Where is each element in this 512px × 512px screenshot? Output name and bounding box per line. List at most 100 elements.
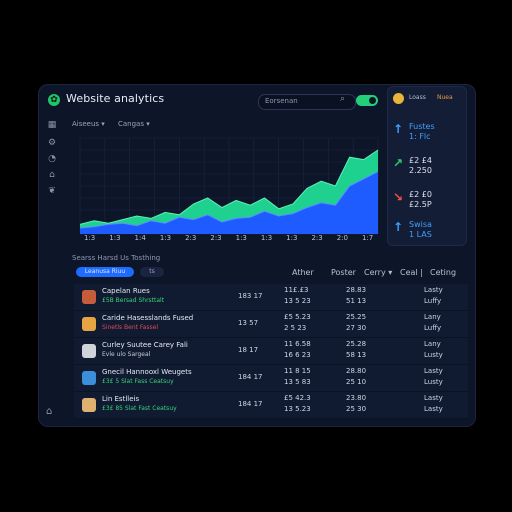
row-title: Gnecil Hannooxl Weugets: [102, 368, 192, 376]
stat-sub: 1 LAS: [409, 230, 432, 239]
stat-value: Swisa: [409, 220, 432, 229]
row-subtitle: £3£ 5 Slat Fass Ceatsuy: [102, 378, 174, 385]
x-tick-label: 2:3: [311, 234, 323, 242]
analytics-window: ✿ Website analytics Eorsenan ⌕ ▦ ⚙ ◔ ⌂ ❦…: [38, 84, 476, 427]
row-cell: 13 5.23: [284, 405, 311, 413]
row-cell: 51 13: [346, 297, 367, 305]
stat-item[interactable]: ↑ Swisa 1 LAS: [393, 220, 463, 250]
stat-sub: 1: Flc: [409, 132, 431, 141]
home-icon[interactable]: ⌂: [46, 406, 52, 417]
row-cell: Lusty: [424, 378, 443, 386]
row-title: Caride Hasesslands Fused: [102, 314, 194, 322]
data-table: Capelan Rues £5B Bersad Shrsttalt 183 17…: [74, 284, 468, 424]
gear-icon[interactable]: ⚙: [47, 138, 57, 148]
table-row[interactable]: Caride Hasesslands Fused Sinetls Bent Fa…: [74, 311, 468, 338]
x-tick-label: 1:3: [159, 234, 172, 242]
row-cell: 23.80: [346, 394, 367, 402]
arrow-up-icon: ↑: [393, 122, 404, 136]
row-cell: 11£.£3: [284, 286, 309, 294]
row-cell: Lasty: [424, 394, 443, 402]
stat-item[interactable]: ↑ Fustes 1: Flc: [393, 122, 463, 152]
stats-header-left: Loass: [409, 94, 426, 101]
leaf-icon: ✿: [48, 94, 60, 106]
x-tick-label: 1:3: [286, 234, 298, 242]
trend-up-icon: ↗: [393, 156, 404, 170]
table-row[interactable]: Capelan Rues £5B Bersad Shrsttalt 183 17…: [74, 284, 468, 311]
stat-value: £2 £4: [409, 156, 432, 165]
theme-toggle[interactable]: [356, 95, 378, 106]
row-cell: Lasty: [424, 286, 443, 294]
row-cell: 58 13: [346, 351, 367, 359]
row-cell: 25.28: [346, 340, 367, 348]
row-subtitle: £3£ 85 Slat Fast Ceatsuy: [102, 405, 177, 412]
row-title: Curley Suutee Carey Fali: [102, 341, 188, 349]
sidebar: ▦ ⚙ ◔ ⌂ ❦: [38, 118, 64, 427]
arrow-up-icon: ↑: [393, 220, 404, 234]
x-tick-label: 1:3: [109, 234, 121, 242]
column-header[interactable]: Cerry ▾: [364, 268, 392, 277]
column-header[interactable]: Ceting: [430, 268, 456, 277]
x-tick-label: 1:3: [260, 234, 273, 242]
x-tick-label: 1:3: [84, 234, 96, 242]
row-cell: £5 42.3: [284, 394, 311, 402]
tag-icon[interactable]: ⌂: [47, 170, 57, 180]
row-cell: 13 5 23: [284, 297, 311, 305]
avatar[interactable]: [393, 93, 404, 104]
stat-item[interactable]: ↗ £2 £4 2.250: [393, 156, 463, 186]
filter-dropdown-2[interactable]: Cangas ▾: [118, 120, 150, 128]
row-cell: Lasty: [424, 405, 443, 413]
x-tick-label: 1:3: [235, 234, 247, 242]
row-cell: 13 5 83: [284, 378, 311, 386]
row-cell: 184 17: [238, 373, 263, 381]
row-cell: 2 5 23: [284, 324, 307, 332]
search-placeholder: Eorsenan: [265, 97, 298, 105]
row-cell: 11 6.58: [284, 340, 311, 348]
tab-other[interactable]: ts: [140, 267, 164, 277]
avatar: [82, 344, 96, 358]
traffic-chart-svg: [79, 137, 379, 235]
row-cell: 25 10: [346, 378, 367, 386]
row-cell: Luffy: [424, 297, 442, 305]
row-subtitle: Evle ulo Sargeal: [102, 351, 151, 358]
grid-icon[interactable]: ▦: [47, 120, 57, 130]
row-cell: Luffy: [424, 324, 442, 332]
tab-active[interactable]: Leanusa Riuu: [76, 267, 134, 277]
traffic-chart: [62, 134, 382, 246]
stat-sub: £2.5P: [409, 200, 432, 209]
row-title: Capelan Rues: [102, 287, 150, 295]
chart-icon[interactable]: ◔: [47, 154, 57, 164]
table-row[interactable]: Curley Suutee Carey Fali Evle ulo Sargea…: [74, 338, 468, 365]
row-cell: Lany: [424, 313, 441, 321]
row-cell: £5 5.23: [284, 313, 311, 321]
x-tick-label: 2:3: [185, 234, 197, 242]
row-cell: 183 17: [238, 292, 263, 300]
row-cell: 16 6 23: [284, 351, 311, 359]
row-cell: 28.80: [346, 367, 367, 375]
stat-sub: 2.250: [409, 166, 432, 175]
x-tick-label: 1:7: [362, 234, 374, 242]
avatar: [82, 290, 96, 304]
search-icon[interactable]: ⌕: [340, 94, 352, 108]
row-cell: 11 8 15: [284, 367, 311, 375]
column-header[interactable]: Poster: [331, 268, 356, 277]
avatar: [82, 317, 96, 331]
trend-down-icon: ↘: [393, 190, 404, 204]
section-caption: Searss Harsd Us Tosthing: [72, 254, 161, 262]
x-tick-label: 2:3: [210, 234, 222, 242]
x-tick-label: 1:4: [134, 234, 146, 242]
x-tick-label: 2:0: [336, 234, 348, 242]
row-cell: 27 30: [346, 324, 367, 332]
table-row[interactable]: Lin Estlleis £3£ 85 Slat Fast Ceatsuy 18…: [74, 392, 468, 419]
row-cell: Lasty: [424, 367, 443, 375]
column-header[interactable]: Ather: [292, 268, 314, 277]
stat-item[interactable]: ↘ £2 £0 £2.5P: [393, 190, 463, 220]
row-cell: 25.25: [346, 313, 367, 321]
filter-row: Aiseeus ▾ Cangas ▾: [72, 118, 272, 132]
filter-dropdown-1[interactable]: Aiseeus ▾: [72, 120, 105, 128]
avatar: [82, 398, 96, 412]
row-subtitle: £5B Bersad Shrsttalt: [102, 297, 165, 304]
column-header[interactable]: Ceal |: [400, 268, 423, 277]
row-cell: 184 17: [238, 400, 263, 408]
table-row[interactable]: Gnecil Hannooxl Weugets £3£ 5 Slat Fass …: [74, 365, 468, 392]
leaf-icon[interactable]: ❦: [47, 186, 57, 196]
